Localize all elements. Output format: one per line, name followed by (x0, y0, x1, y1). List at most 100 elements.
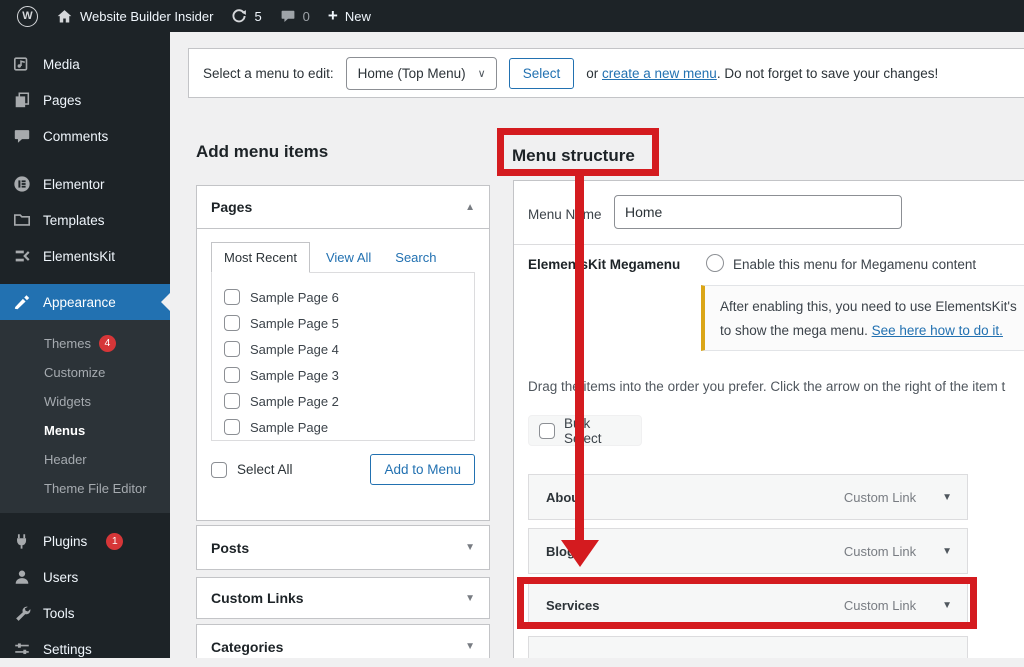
home-icon (57, 9, 72, 22)
custom-links-postbox[interactable]: Custom Links ▼ (196, 577, 490, 619)
menu-item-row-about[interactable]: About Custom Link ▼ (528, 474, 968, 520)
menu-item-label: Services (546, 597, 600, 613)
pages-postbox: Pages ▲ Most Recent View All Search Samp… (196, 185, 490, 521)
sidebar-item-plugins[interactable]: Plugins 1 (0, 523, 170, 559)
expand-arrow-icon[interactable]: ▼ (465, 641, 475, 652)
submenu-item-header[interactable]: Header (0, 445, 170, 474)
comment-bubble-icon (281, 10, 295, 22)
select-all-control: Select All (211, 461, 293, 478)
list-item: Sample Page 6 (224, 284, 474, 310)
comments-count: 0 (302, 8, 310, 24)
menu-select-dropdown[interactable]: Home (Top Menu) ∨ (345, 56, 497, 90)
pages-tabs: Most Recent View All Search (211, 242, 475, 273)
updates-count: 5 (254, 8, 262, 24)
page-checkbox[interactable] (224, 289, 240, 305)
collapse-arrow-icon[interactable]: ▲ (465, 202, 475, 213)
sidebar-item-templates[interactable]: Templates (0, 202, 170, 238)
tab-view-all[interactable]: View All (318, 243, 379, 272)
megamenu-section-label: ElementsKit Megamenu (528, 257, 681, 272)
settings-sliders-icon (12, 639, 32, 659)
elementor-icon (12, 174, 32, 194)
submenu-item-theme-file-editor[interactable]: Theme File Editor (0, 474, 170, 503)
posts-postbox[interactable]: Posts ▼ (196, 525, 490, 570)
themes-update-badge: 4 (98, 335, 116, 352)
panel-divider (514, 244, 1024, 245)
add-to-menu-button[interactable]: Add to Menu (370, 454, 475, 485)
sidebar-item-users[interactable]: Users (0, 559, 170, 595)
admin-content-area: Select a menu to edit: Home (Top Menu) ∨… (170, 32, 1024, 658)
notice-line-2-text: to show the mega menu. (720, 323, 872, 338)
submenu-item-customize[interactable]: Customize (0, 358, 170, 387)
menu-select-value: Home (Top Menu) (357, 65, 466, 81)
submenu-item-themes[interactable]: Themes 4 (0, 329, 170, 358)
sidebar-item-elementskit[interactable]: ElementsKit (0, 238, 170, 274)
menu-item-row-services[interactable]: Services Custom Link ▼ (528, 582, 968, 628)
sidebar-item-media[interactable]: Media (0, 46, 170, 82)
submenu-item-label: Menus (44, 423, 86, 438)
pages-postbox-body: Most Recent View All Search Sample Page … (197, 229, 489, 485)
new-label: New (344, 8, 371, 24)
sidebar-item-elementor[interactable]: Elementor (0, 166, 170, 202)
list-item: Sample Page 5 (224, 310, 474, 336)
page-checkbox[interactable] (224, 367, 240, 383)
create-new-menu-link[interactable]: create a new menu (602, 66, 717, 81)
comments-icon (12, 126, 32, 146)
bulk-select-label: Bulk Select (564, 415, 602, 446)
sidebar-separator (0, 154, 170, 166)
submenu-item-widgets[interactable]: Widgets (0, 387, 170, 416)
comments-link[interactable]: 0 (271, 0, 319, 32)
expand-arrow-icon[interactable]: ▼ (465, 542, 475, 553)
page-label: Sample Page (250, 419, 329, 435)
row-expand-arrow-icon[interactable]: ▼ (942, 600, 952, 611)
menu-structure-title: Menu structure (512, 146, 635, 165)
select-all-checkbox[interactable] (211, 461, 227, 478)
page-checkbox[interactable] (224, 315, 240, 331)
sidebar-item-settings[interactable]: Settings (0, 631, 170, 667)
new-content-button[interactable]: + New (319, 0, 380, 32)
tab-most-recent[interactable]: Most Recent (211, 242, 310, 273)
wordpress-logo-icon: W (17, 5, 38, 27)
sidebar-item-tools[interactable]: Tools (0, 595, 170, 631)
expand-arrow-icon[interactable]: ▼ (465, 593, 475, 604)
site-name: Website Builder Insider (80, 8, 214, 24)
sidebar-item-label: Elementor (43, 176, 105, 192)
bulk-select-checkbox[interactable] (539, 422, 555, 439)
sidebar-item-label: Appearance (43, 294, 116, 310)
updates-link[interactable]: 5 (222, 0, 270, 32)
select-button[interactable]: Select (508, 57, 575, 89)
tab-search[interactable]: Search (387, 243, 444, 272)
site-home-link[interactable]: Website Builder Insider (47, 0, 222, 32)
megamenu-enable-checkbox[interactable] (706, 254, 724, 272)
menu-item-row-blog[interactable]: Blog Custom Link ▼ (528, 528, 968, 574)
page-label: Sample Page 6 (250, 289, 339, 305)
menu-name-input[interactable] (614, 195, 902, 229)
sidebar-item-label: Plugins (43, 533, 88, 549)
notice-line-1: After enabling this, you need to use Ele… (720, 299, 1017, 314)
row-expand-arrow-icon[interactable]: ▼ (942, 546, 952, 557)
elementskit-icon (12, 246, 32, 266)
page-checkbox[interactable] (224, 393, 240, 409)
sidebar-item-appearance[interactable]: Appearance (0, 284, 170, 320)
page-checkbox[interactable] (224, 419, 240, 435)
pages-postbox-title: Pages (211, 199, 253, 215)
see-how-link[interactable]: See here how to do it. (872, 323, 1003, 338)
sidebar-item-label: Settings (43, 641, 92, 657)
sidebar-item-pages[interactable]: Pages (0, 82, 170, 118)
wordpress-menu-button[interactable]: W (8, 0, 47, 32)
page-checkbox[interactable] (224, 341, 240, 357)
sidebar-item-comments[interactable]: Comments (0, 118, 170, 154)
menu-item-row-partial[interactable] (528, 636, 968, 658)
categories-postbox[interactable]: Categories ▼ (196, 624, 490, 658)
active-item-notch (161, 293, 170, 311)
pages-postbox-header[interactable]: Pages ▲ (197, 186, 489, 229)
categories-postbox-title: Categories (211, 638, 284, 655)
sidebar-item-label: ElementsKit (43, 248, 116, 264)
submenu-item-menus[interactable]: Menus (0, 416, 170, 445)
chevron-down-icon: ∨ (477, 67, 486, 80)
row-expand-arrow-icon[interactable]: ▼ (942, 492, 952, 503)
submenu-item-label: Theme File Editor (44, 481, 147, 496)
paintbrush-icon (12, 292, 32, 312)
menu-item-type: Custom Link (843, 489, 917, 505)
or-text: or (586, 65, 599, 81)
plus-icon: + (327, 5, 338, 25)
